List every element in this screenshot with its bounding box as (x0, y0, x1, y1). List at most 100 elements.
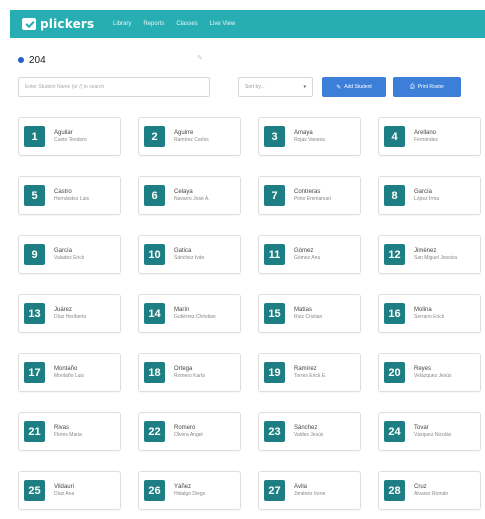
student-card-text: Juárez Díaz Heriberto (54, 306, 86, 321)
student-card[interactable]: 12 Jiménez San Miguel Jessica (378, 235, 481, 274)
student-card-number: 24 (384, 421, 405, 442)
student-card[interactable]: 14 Marín Gutiérrez Christian (138, 294, 241, 333)
student-card-number: 17 (24, 362, 45, 383)
student-last-name: García (54, 248, 73, 254)
student-card-number: 19 (264, 362, 285, 383)
student-card[interactable]: 8 García López Irma (378, 176, 481, 215)
chevron-down-icon: ▾ (303, 84, 306, 90)
class-header: 204 (18, 52, 218, 68)
student-card[interactable]: 11 Gómez Gómez Ana (258, 235, 361, 274)
student-first-name: Montaño Luis (54, 373, 85, 379)
student-card[interactable]: 7 Contreras Pinto Emmanuel (258, 176, 361, 215)
student-card-text: Molina Serrano Erick (414, 306, 444, 321)
student-card[interactable]: 13 Juárez Díaz Heriberto (18, 294, 121, 333)
student-card-text: Yáñez Hidalgo Diego (174, 483, 205, 498)
student-card[interactable]: 9 García Valadez Erick (18, 235, 121, 274)
student-card-text: Vildauri Díaz Ana (54, 483, 74, 498)
student-card[interactable]: 16 Molina Serrano Erick (378, 294, 481, 333)
student-card-number: 28 (384, 480, 405, 501)
student-card[interactable]: 21 Rivas Flores Maria (18, 412, 121, 451)
student-card[interactable]: 6 Celaya Navarro José A. (138, 176, 241, 215)
student-first-name: Cueto Teodoro (54, 137, 87, 143)
student-search-input[interactable]: Enter Student Name (or /) to search (18, 77, 210, 97)
student-first-name: Rojas Vanesa (294, 137, 325, 143)
student-card[interactable]: 28 Cruz Alvarez Román (378, 471, 481, 510)
student-card-text: Ramírez Torres Erick E. (294, 365, 327, 380)
student-last-name: Jiménez (414, 248, 437, 254)
plickers-logo[interactable]: plickers (22, 17, 104, 31)
nav-classes[interactable]: Classes (176, 21, 197, 27)
student-last-name: Sánchez (294, 425, 318, 431)
logo-text: plickers (40, 17, 95, 31)
student-card[interactable]: 1 Aguilar Cueto Teodoro (18, 117, 121, 156)
student-card[interactable]: 27 Ávila Jiménez Irene (258, 471, 361, 510)
student-last-name: Amaya (294, 130, 313, 136)
student-last-name: Reyes (414, 366, 432, 372)
student-card[interactable]: 18 Ortega Romero Karla (138, 353, 241, 392)
student-card-text: Celaya Navarro José A. (174, 188, 210, 203)
student-last-name: Castro (54, 189, 72, 195)
student-card[interactable]: 17 Montaño Montaño Luis (18, 353, 121, 392)
student-card[interactable]: 19 Ramírez Torres Erick E. (258, 353, 361, 392)
student-card-text: Sánchez Valdez Jesús (294, 424, 323, 439)
edit-icon[interactable]: ✎ (197, 55, 204, 62)
student-card-text: Tovar Vázquez Nicolás (414, 424, 451, 439)
student-card-number: 22 (144, 421, 165, 442)
student-card[interactable]: 2 Aguirre Ramírez Carlos (138, 117, 241, 156)
student-card-number: 2 (144, 126, 165, 147)
nav-reports[interactable]: Reports (143, 21, 164, 27)
student-last-name: Gatica (174, 248, 192, 254)
student-card-number: 15 (264, 303, 285, 324)
student-card[interactable]: 4 Arellano Fernández (378, 117, 481, 156)
student-first-name: Vázquez Nicolás (414, 432, 452, 438)
student-card-text: Romero Olvera Angel (174, 424, 203, 439)
student-card[interactable]: 5 Castro Hernández Luis (18, 176, 121, 215)
student-last-name: Juárez (54, 307, 73, 313)
student-grid: 1 Aguilar Cueto Teodoro 2 Aguirre Ramírez Car… (18, 117, 484, 519)
student-card-text: Reyes Velázquez Jesús (414, 365, 452, 380)
student-card[interactable]: 3 Amaya Rojas Vanesa (258, 117, 361, 156)
student-first-name: Ruiz Cristian (294, 314, 323, 320)
print-roster-button[interactable]: ⎙ Print Roster (393, 77, 461, 97)
student-first-name: Gómez Ana (294, 255, 321, 261)
student-card[interactable]: 23 Sánchez Valdez Jesús (258, 412, 361, 451)
student-card-text: Aguilar Cueto Teodoro (54, 129, 87, 144)
student-card-text: Montaño Montaño Luis (54, 365, 84, 380)
student-card-number: 8 (384, 185, 405, 206)
student-card-text: Gatica Sánchez Iván (174, 247, 204, 262)
student-last-name: Aguirre (174, 130, 194, 136)
student-first-name: Jiménez Irene (294, 491, 326, 497)
student-last-name: Marín (174, 307, 190, 313)
student-last-name: García (414, 189, 433, 195)
student-card-number: 3 (264, 126, 285, 147)
student-card[interactable]: 26 Yáñez Hidalgo Diego (138, 471, 241, 510)
student-first-name: Díaz Ana (54, 491, 75, 497)
student-last-name: Matías (294, 307, 313, 313)
student-card[interactable]: 25 Vildauri Díaz Ana (18, 471, 121, 510)
student-first-name: Gutiérrez Christian (174, 314, 216, 320)
student-first-name: Sánchez Iván (174, 255, 205, 261)
student-card-text: García Valadez Erick (54, 247, 84, 262)
add-student-button[interactable]: ✎ Add Student (322, 77, 386, 97)
student-first-name: Serrano Erick (414, 314, 445, 320)
student-first-name: Valdez Jesús (294, 432, 324, 438)
student-last-name: Ávila (294, 484, 308, 490)
student-card-text: Contreras Pinto Emmanuel (294, 188, 331, 203)
student-last-name: Contreras (294, 189, 321, 195)
student-card[interactable]: 10 Gatica Sánchez Iván (138, 235, 241, 274)
student-first-name: Fernández (414, 137, 438, 143)
student-last-name: Ortega (174, 366, 193, 372)
nav-library[interactable]: Library (113, 21, 131, 27)
student-card-number: 10 (144, 244, 165, 265)
nav-live-view[interactable]: Live View (210, 21, 236, 27)
add-student-label: Add Student (344, 84, 372, 90)
student-card-number: 6 (144, 185, 165, 206)
student-card[interactable]: 20 Reyes Velázquez Jesús (378, 353, 481, 392)
student-card[interactable]: 15 Matías Ruiz Cristian (258, 294, 361, 333)
student-card-number: 13 (24, 303, 45, 324)
sort-select[interactable]: Sort by... ▾ (238, 77, 313, 97)
student-card[interactable]: 22 Romero Olvera Angel (138, 412, 241, 451)
student-card-number: 11 (264, 244, 285, 265)
student-card[interactable]: 24 Tovar Vázquez Nicolás (378, 412, 481, 451)
student-last-name: Montaño (54, 366, 78, 372)
